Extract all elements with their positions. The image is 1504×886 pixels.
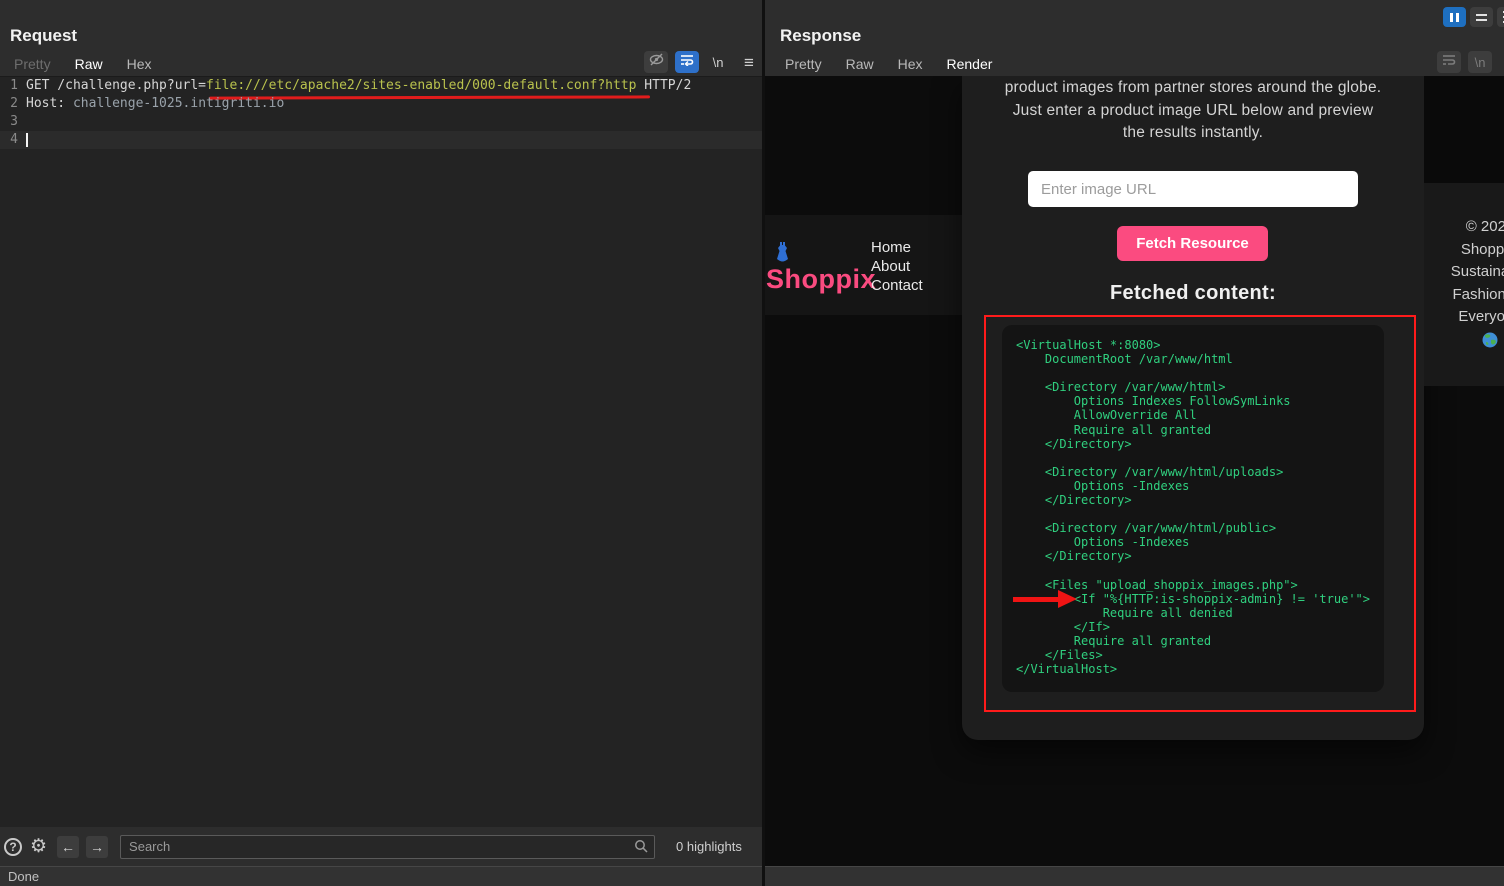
request-method-path: GET /challenge.php?url= [26, 78, 206, 93]
footer-line: Everyone [1390, 306, 1504, 329]
gear-icon[interactable]: ⚙ [30, 835, 47, 858]
fetch-resource-button[interactable]: Fetch Resource [1117, 226, 1268, 261]
request-search-bar: ? ⚙ ← → 0 highlights [0, 827, 762, 866]
brand-logo[interactable]: Shoppix [766, 264, 876, 295]
hero-text: product images from partner stores aroun… [962, 77, 1424, 145]
tab-response-hex[interactable]: Hex [886, 52, 935, 79]
tab-request-hex[interactable]: Hex [115, 52, 164, 79]
pause-button[interactable] [1443, 7, 1466, 27]
status-bar: Done [0, 866, 1504, 886]
response-tabs: Pretty Raw Hex Render [773, 52, 1004, 79]
shoppix-navbar: Shoppix Home About Contact [765, 215, 962, 315]
request-editor[interactable]: 1 GET /challenge.php?url=file:///etc/apac… [0, 76, 762, 827]
request-line-4: 4 [0, 131, 762, 149]
host-header-value: challenge-1025.intigriti.io [73, 96, 284, 111]
line-number: 2 [0, 95, 18, 113]
help-icon[interactable]: ? [4, 838, 22, 856]
line-number: 3 [0, 113, 18, 131]
request-line-1: 1 GET /challenge.php?url=file:///etc/apac… [0, 77, 762, 95]
shoppix-main-card: product images from partner stores aroun… [962, 76, 1424, 740]
request-editor-toolbar: \n ≡ [644, 51, 761, 73]
nav-link-home[interactable]: Home [871, 238, 923, 257]
hero-line-2: Just enter a product image URL below and… [962, 100, 1424, 123]
search-icon [634, 839, 649, 859]
search-input[interactable] [120, 835, 655, 859]
burp-repeater-window: Request Pretty Raw Hex \n ≡ [0, 0, 1504, 886]
footer-line: Fashion for [1390, 284, 1504, 307]
image-url-input[interactable] [1028, 171, 1358, 207]
nav-link-contact[interactable]: Contact [871, 276, 923, 295]
red-arrow-head [1058, 590, 1077, 608]
soft-wrap-icon [1442, 53, 1456, 71]
response-panel: Response Pretty Raw Hex Render \n ≡ [765, 0, 1504, 866]
text-cursor [26, 133, 28, 147]
newline-icon: \n [713, 55, 724, 70]
search-input-wrap [120, 835, 655, 859]
show-newlines-button-disabled[interactable]: \n [1468, 51, 1492, 73]
pause-icon [1450, 13, 1453, 22]
layout-menu-button[interactable] [1470, 7, 1493, 27]
show-newlines-button[interactable]: \n [706, 51, 730, 73]
nav-links: Home About Contact [871, 238, 923, 295]
window-control-buttons [1443, 7, 1504, 27]
extra-window-button[interactable] [1497, 7, 1504, 27]
request-panel-title: Request [10, 26, 77, 46]
eye-slash-icon [649, 52, 664, 72]
tab-response-render[interactable]: Render [935, 52, 1005, 79]
apache-config-text: <VirtualHost *:8080> DocumentRoot /var/w… [1016, 338, 1384, 676]
globe-icon [1390, 332, 1504, 356]
request-tabs: Pretty Raw Hex [2, 52, 164, 79]
line-number: 4 [0, 131, 18, 149]
rendered-response-view: Shoppix Home About Contact product image… [765, 76, 1504, 866]
fetched-content-heading: Fetched content: [962, 282, 1424, 305]
tab-request-raw[interactable]: Raw [63, 52, 115, 79]
footer-line: © 2025 [1390, 216, 1504, 239]
red-arrow-annotation [1013, 597, 1059, 602]
soft-wrap-button[interactable] [675, 51, 699, 73]
page-background-strip [1424, 76, 1504, 183]
soft-wrap-icon [680, 53, 694, 71]
response-panel-title: Response [780, 26, 861, 46]
search-previous-button[interactable]: ← [57, 836, 79, 858]
footer-line: Sustainable [1390, 261, 1504, 284]
line-number: 1 [0, 77, 18, 95]
menu-bars-icon [1476, 14, 1487, 21]
hamburger-menu-icon: ≡ [744, 54, 754, 71]
request-line-2: 2 Host: challenge-1025.intigriti.io [0, 95, 762, 113]
tab-response-raw[interactable]: Raw [834, 52, 886, 79]
search-next-button[interactable]: → [86, 836, 108, 858]
footer-text: © 2025 Shoppix. Sustainable Fashion for … [1390, 216, 1504, 355]
hero-line-3: the results instantly. [962, 122, 1424, 145]
response-menu-button[interactable]: ≡ [1499, 51, 1504, 73]
panel-divider[interactable] [762, 0, 765, 886]
host-header-name: Host: [26, 96, 73, 111]
response-editor-toolbar: \n ≡ [1437, 51, 1504, 73]
request-url-param: file:///etc/apache2/sites-enabled/000-de… [206, 78, 636, 93]
status-text: Done [8, 869, 39, 884]
footer-line: Shoppix. [1390, 239, 1504, 262]
hero-line-1: product images from partner stores aroun… [962, 77, 1424, 100]
tab-response-pretty[interactable]: Pretty [773, 52, 834, 79]
nav-link-about[interactable]: About [871, 257, 923, 276]
highlights-count: 0 highlights [676, 839, 742, 854]
newline-icon: \n [1475, 55, 1486, 70]
tab-request-pretty[interactable]: Pretty [2, 52, 63, 79]
request-menu-button[interactable]: ≡ [737, 51, 761, 73]
request-http-version: HTTP/2 [636, 78, 691, 93]
soft-wrap-button-disabled[interactable] [1437, 51, 1461, 73]
hide-nonprintable-button[interactable] [644, 51, 668, 73]
request-line-3: 3 [0, 113, 762, 131]
request-panel: Request Pretty Raw Hex \n ≡ [0, 0, 762, 866]
apache-config-block: <VirtualHost *:8080> DocumentRoot /var/w… [1002, 325, 1384, 692]
